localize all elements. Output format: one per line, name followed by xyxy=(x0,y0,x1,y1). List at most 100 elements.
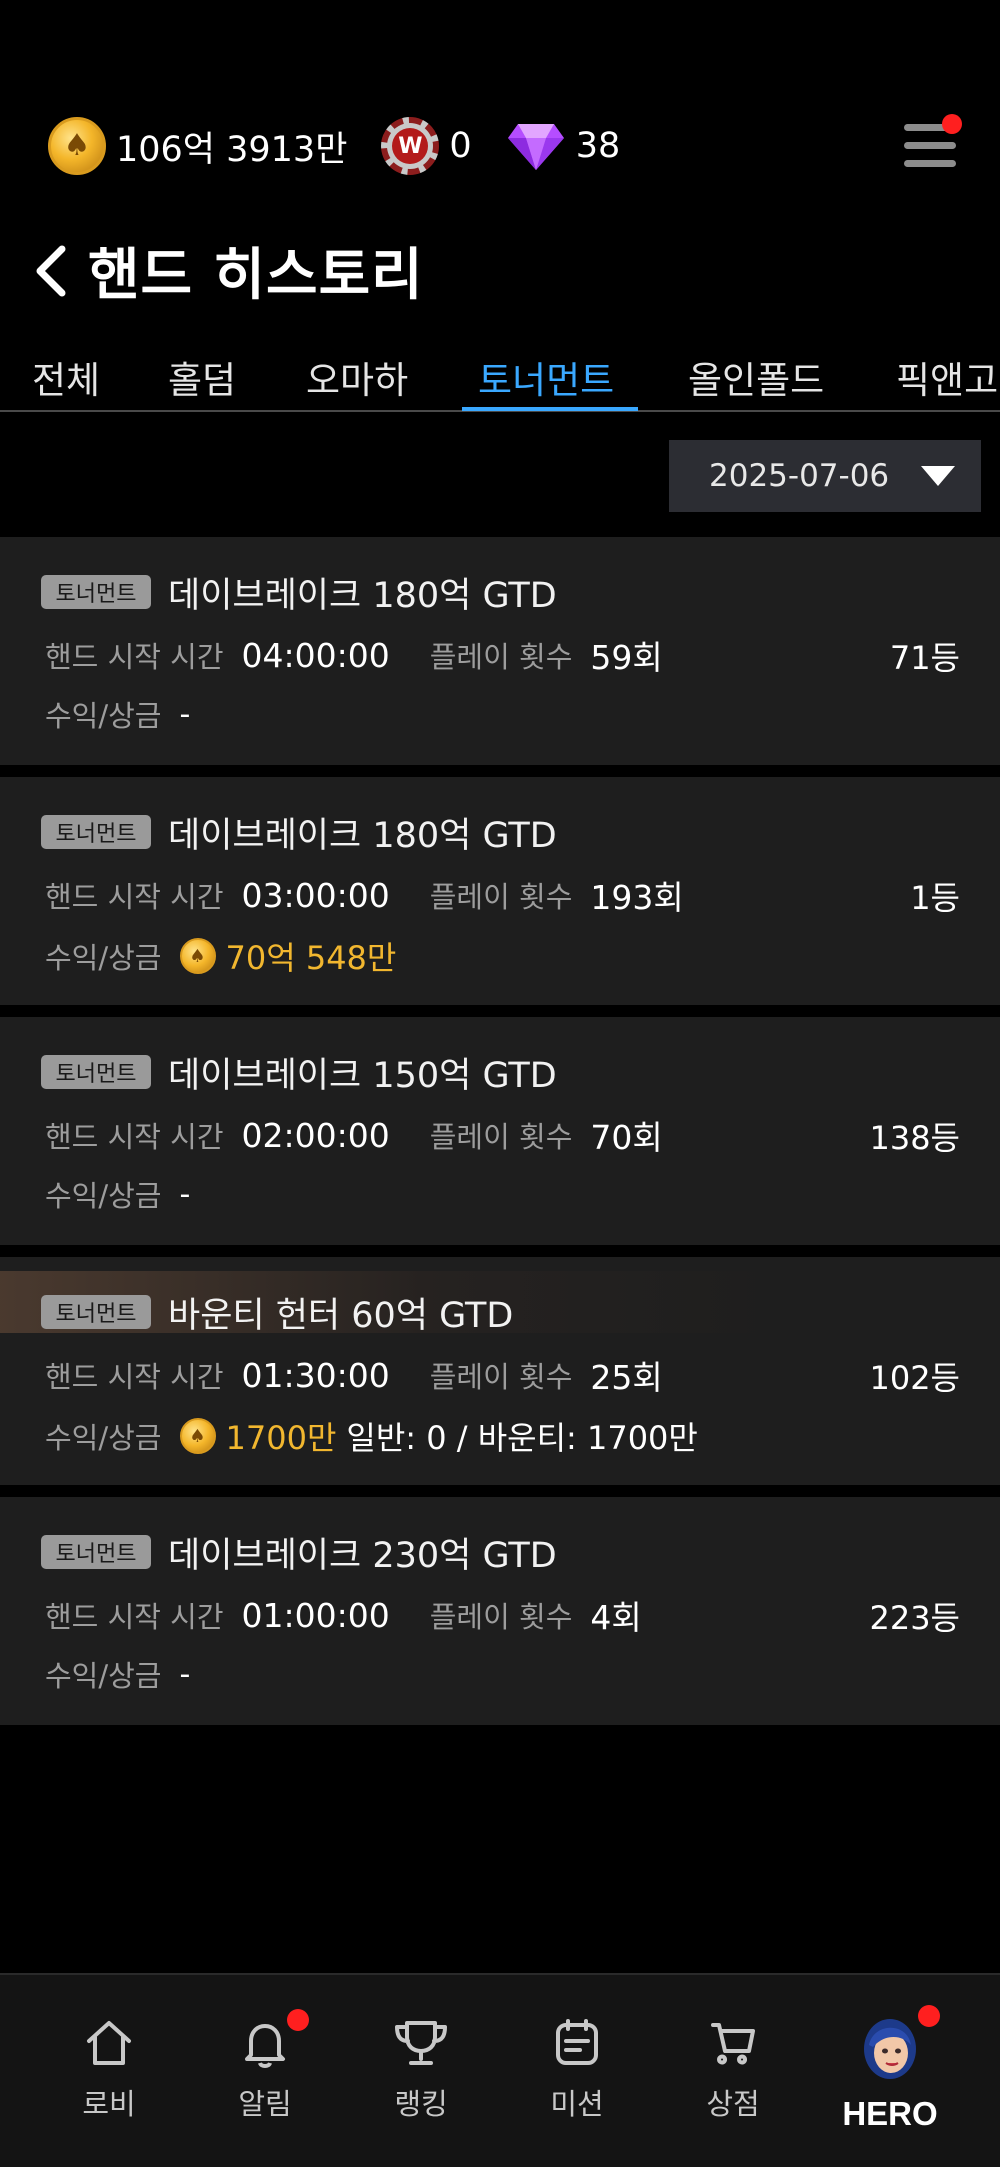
nav-label: 미션 xyxy=(550,2087,604,2121)
gem-balance[interactable]: 38 xyxy=(506,118,621,174)
bottom-navigation: 로비 알림 랭킹 미션 상점 HERO xyxy=(0,1973,1000,2167)
page-header: 핸드 히스토리 xyxy=(30,230,424,311)
tab-omaha[interactable]: 오마하 xyxy=(306,350,408,404)
start-time-label: 핸드 시작 시간 xyxy=(45,640,224,674)
play-count-label: 플레이 횟수 xyxy=(429,1600,573,1634)
profit-value: - xyxy=(179,1176,191,1212)
nav-lobby[interactable]: 로비 xyxy=(31,2015,187,2135)
tournament-badge: 토너먼트 xyxy=(41,1535,151,1569)
page-title: 핸드 히스토리 xyxy=(88,243,424,308)
card-title: 데이브레이크 180억 GTD xyxy=(168,816,557,856)
play-count-value: 25회 xyxy=(590,1358,663,1397)
prize-breakdown: 일반: 0 / 바운티: 1700만 xyxy=(346,1419,698,1457)
start-time-label: 핸드 시작 시간 xyxy=(45,880,224,914)
date-dropdown[interactable]: 2025-07-06 xyxy=(669,440,981,512)
trophy-icon xyxy=(395,2021,447,2065)
play-count-label: 플레이 횟수 xyxy=(429,880,573,914)
cart-icon xyxy=(711,2023,755,2065)
tournament-badge: 토너먼트 xyxy=(41,575,151,609)
menu-button[interactable] xyxy=(900,114,962,172)
card-info-row: 핸드 시작 시간 02:00:00 플레이 횟수 70회 xyxy=(45,1111,663,1159)
nav-alerts[interactable]: 알림 xyxy=(187,2009,343,2135)
bell-icon xyxy=(245,2024,285,2068)
nav-mission[interactable]: 미션 xyxy=(499,2015,655,2135)
gold-balance[interactable]: ♠ 106억 3913만 xyxy=(48,117,347,175)
rank-value: 223등 xyxy=(869,1599,960,1637)
history-card[interactable]: 토너먼트 데이브레이크 180억 GTD 핸드 시작 시간 03:00:00 플… xyxy=(0,777,1000,1005)
start-time-value: 01:00:00 xyxy=(241,1595,390,1635)
profit-label: 수익/상금 xyxy=(45,1421,162,1455)
nav-hero[interactable]: HERO xyxy=(812,2005,968,2135)
profit-label: 수익/상금 xyxy=(45,941,162,975)
start-time-value: 03:00:00 xyxy=(241,875,390,915)
card-prize-row: 수익/상금 - xyxy=(45,1173,190,1215)
card-title: 데이브레이크 150억 GTD xyxy=(168,1056,557,1096)
start-time-label: 핸드 시작 시간 xyxy=(45,1120,224,1154)
card-info-row: 핸드 시작 시간 01:30:00 플레이 횟수 25회 xyxy=(45,1351,663,1399)
prize-amount: ♠ 70억 548만 xyxy=(179,933,396,979)
gem-icon xyxy=(507,124,564,170)
nav-ranking[interactable]: 랭킹 xyxy=(343,2015,499,2135)
gold-coin-icon: ♠ xyxy=(48,117,106,175)
card-prize-row: 수익/상금 - xyxy=(45,693,190,735)
card-title: 바운티 헌터 60억 GTD xyxy=(168,1296,514,1336)
w-chip-icon: W xyxy=(381,117,440,175)
history-card[interactable]: 토너먼트 데이브레이크 180억 GTD 핸드 시작 시간 04:00:00 플… xyxy=(0,537,1000,765)
history-card[interactable]: 토너먼트 데이브레이크 150억 GTD 핸드 시작 시간 02:00:00 플… xyxy=(0,1017,1000,1245)
prize-amount: ♠ 1700만 일반: 0 / 바운티: 1700만 xyxy=(179,1413,698,1459)
history-card[interactable]: 토너먼트 바운티 헌터 60억 GTD 핸드 시작 시간 01:30:00 플레… xyxy=(0,1257,1000,1485)
tournament-badge: 토너먼트 xyxy=(41,815,151,849)
prize-gold-value: 1700만 xyxy=(225,1419,337,1457)
card-info-row: 핸드 시작 시간 01:00:00 플레이 횟수 4회 xyxy=(45,1591,642,1639)
nav-label: 상점 xyxy=(706,2087,760,2121)
nav-label: 알림 xyxy=(238,2087,292,2121)
gold-amount: 106억 3913만 xyxy=(116,129,348,170)
wchip-balance[interactable]: W 0 xyxy=(381,117,472,175)
rank-value: 102등 xyxy=(869,1359,960,1397)
tab-pick-and-go[interactable]: 픽앤고 xyxy=(896,350,998,404)
tab-tournament[interactable]: 토너먼트 xyxy=(478,350,614,404)
home-icon xyxy=(87,2021,131,2065)
chevron-left-icon[interactable] xyxy=(30,243,70,299)
category-tabs: 전체 홀덤 오마하 토너먼트 올인폴드 픽앤고 xyxy=(0,350,1000,412)
wchip-amount: 0 xyxy=(449,126,472,166)
gold-coin-icon: ♠ xyxy=(179,1418,216,1454)
nav-label: 랭킹 xyxy=(394,2087,448,2121)
play-count-value: 59회 xyxy=(590,638,663,677)
nav-shop[interactable]: 상점 xyxy=(655,2015,811,2135)
play-count-label: 플레이 횟수 xyxy=(429,640,573,674)
currency-bar: ♠ 106억 3913만 W 0 38 xyxy=(48,110,962,182)
tab-allin-fold[interactable]: 올인폴드 xyxy=(688,350,824,404)
hero-avatar xyxy=(864,2019,916,2079)
start-time-value: 04:00:00 xyxy=(241,635,390,675)
notification-dot xyxy=(287,2009,309,2031)
nav-label: 로비 xyxy=(82,2087,136,2121)
notification-dot xyxy=(918,2005,940,2027)
profit-label: 수익/상금 xyxy=(45,1659,162,1693)
start-time-value: 01:30:00 xyxy=(241,1355,390,1395)
gem-amount: 38 xyxy=(575,126,621,166)
date-value: 2025-07-06 xyxy=(709,458,890,494)
play-count-value: 4회 xyxy=(590,1598,642,1637)
card-info-row: 핸드 시작 시간 04:00:00 플레이 횟수 59회 xyxy=(45,631,663,679)
tab-all[interactable]: 전체 xyxy=(32,350,100,404)
nav-label: HERO xyxy=(842,2095,938,2132)
card-info-row: 핸드 시작 시간 03:00:00 플레이 횟수 193회 xyxy=(45,871,684,919)
tab-holdem[interactable]: 홀덤 xyxy=(168,350,236,404)
start-time-value: 02:00:00 xyxy=(241,1115,390,1155)
card-prize-row: 수익/상금 - xyxy=(45,1653,190,1695)
play-count-value: 193회 xyxy=(590,878,684,917)
profit-label: 수익/상금 xyxy=(45,1179,162,1213)
history-card[interactable]: 토너먼트 데이브레이크 230억 GTD 핸드 시작 시간 01:00:00 플… xyxy=(0,1497,1000,1725)
tournament-badge: 토너먼트 xyxy=(41,1055,151,1089)
profit-value: - xyxy=(179,696,191,732)
tournament-badge: 토너먼트 xyxy=(41,1295,151,1329)
active-tab-indicator xyxy=(462,407,638,411)
card-title: 데이브레이크 230억 GTD xyxy=(168,1536,557,1576)
play-count-value: 70회 xyxy=(590,1118,663,1157)
profit-label: 수익/상금 xyxy=(45,699,162,733)
card-prize-row: 수익/상금 ♠ 70억 548만 xyxy=(45,933,396,979)
rank-value: 138등 xyxy=(869,1119,960,1157)
caret-down-icon xyxy=(921,466,955,486)
start-time-label: 핸드 시작 시간 xyxy=(45,1360,224,1394)
